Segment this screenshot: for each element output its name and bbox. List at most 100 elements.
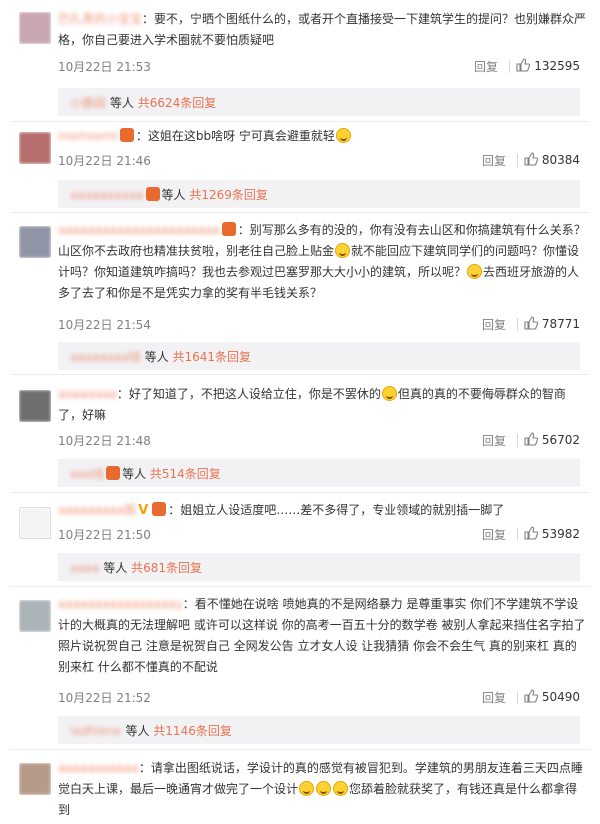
smirk-emoji-icon xyxy=(335,243,351,258)
comment-body: aaaaaaaaaaaaaaaay：看不懂她在说啥 喷她真的不是网络暴力 是尊重… xyxy=(58,594,588,678)
comment-divider xyxy=(10,492,590,493)
reply-count-link[interactable]: 共6624条回复 xyxy=(138,96,217,110)
comment-body: aaaaaaaaaaa：请拿出图纸说话，学设计的真的感觉有被冒犯到。学建筑的男朋… xyxy=(58,758,588,821)
member-badge-icon xyxy=(221,222,236,236)
commenter-name[interactable]: aaaaaaaaaaa xyxy=(58,761,139,775)
reply-user-name[interactable]: 小鹿超 xyxy=(70,96,106,110)
member-badge-icon xyxy=(145,187,160,201)
member-badge-icon xyxy=(152,502,167,516)
verified-v-icon: V xyxy=(138,503,149,518)
avatar[interactable] xyxy=(19,507,51,539)
avatar[interactable] xyxy=(19,226,51,258)
reply-people-label: 等人 xyxy=(103,561,128,575)
commenter-name[interactable]: aaaaaaaaaaaaaaaay xyxy=(58,597,183,611)
comment-meta: 10月22日 21:48 回复 56702 xyxy=(58,432,580,450)
reply-button[interactable]: 回复 xyxy=(482,316,506,333)
reply-user-name[interactable]: aaaa xyxy=(70,561,99,575)
reply-user-name[interactable]: aaaaaaaa钱 xyxy=(70,350,141,364)
commenter-name[interactable]: momoxml xyxy=(58,129,118,143)
divider xyxy=(509,60,510,73)
comment-meta: 10月22日 21:50 回复 53982 xyxy=(58,526,580,544)
like-button[interactable]: 50490 xyxy=(524,689,580,704)
divider xyxy=(517,318,518,331)
comment-meta: 10月22日 21:54 回复 78771 xyxy=(58,316,580,334)
comment-body: aaaaaaaaaaaaaaaaaaaaaa ：别写那么多有的没的，你有没有去山区… xyxy=(58,220,588,304)
divider xyxy=(517,528,518,541)
comment-text: ：这姐在这bb啥呀 宁可真会避重就轻 xyxy=(135,129,335,143)
like-button[interactable]: 78771 xyxy=(524,316,580,331)
divider xyxy=(517,154,518,167)
smirk-emoji-icon xyxy=(467,264,483,279)
comment-divider xyxy=(10,121,590,122)
comment-meta: 10月22日 21:46 回复 80384 xyxy=(58,152,580,170)
reply-summary[interactable]: 小鹿超 等人 共6624条回复 xyxy=(58,88,580,116)
reply-button[interactable]: 回复 xyxy=(474,58,498,75)
comment-time: 10月22日 21:53 xyxy=(58,60,151,74)
grin-emoji-icon xyxy=(316,781,332,796)
member-badge-icon xyxy=(119,128,134,142)
comment-time: 10月22日 21:50 xyxy=(58,528,151,542)
reply-people-label: 等人 xyxy=(122,467,147,481)
avatar[interactable] xyxy=(19,763,51,795)
thumbs-up-icon xyxy=(524,689,538,703)
comment-divider xyxy=(10,374,590,375)
avatar-image xyxy=(19,390,51,422)
avatar[interactable] xyxy=(19,132,51,164)
thumbs-up-icon xyxy=(524,526,538,540)
like-count: 80384 xyxy=(541,153,580,167)
reply-count-link[interactable]: 共681条回复 xyxy=(131,561,202,575)
avatar-image xyxy=(19,600,51,632)
avatar[interactable] xyxy=(19,390,51,422)
avatar-image xyxy=(19,226,51,258)
comment-body: aaaaaaaa：好了知道了，不把这人设给立住，你是不罢休的 但真的真的不要侮辱群… xyxy=(58,384,588,426)
reply-people-label: 等人 xyxy=(161,188,186,202)
comment-meta: 10月22日 21:53 回复 132595 xyxy=(58,58,580,76)
like-count: 50490 xyxy=(541,690,580,704)
avatar-image xyxy=(19,763,51,795)
reply-user-name[interactable]: ladhlene xyxy=(70,724,122,738)
like-count: 56702 xyxy=(541,433,580,447)
comment-body: 巴扎黑的小宝宝：要不，宁晒个图纸什么的，或者开个直播接受一下建筑学生的提问？也别… xyxy=(58,9,588,51)
divider xyxy=(517,434,518,447)
comment-meta: 10月22日 21:52 回复 50490 xyxy=(58,689,580,707)
reply-summary[interactable]: aaaa 等人 共681条回复 xyxy=(58,553,580,581)
thumbs-up-icon xyxy=(524,432,538,446)
commenter-name[interactable]: 巴扎黑的小宝宝 xyxy=(58,12,142,26)
like-button[interactable]: 80384 xyxy=(524,152,580,167)
reply-count-link[interactable]: 共1641条回复 xyxy=(173,350,252,364)
reply-user-name[interactable]: aaaaaaaaaa xyxy=(70,188,144,202)
grin-emoji-icon xyxy=(333,781,349,796)
reply-button[interactable]: 回复 xyxy=(482,432,506,449)
like-button[interactable]: 53982 xyxy=(524,526,580,541)
member-badge-icon xyxy=(106,466,121,480)
like-button[interactable]: 132595 xyxy=(516,58,580,73)
reply-count-link[interactable]: 共1146条回复 xyxy=(153,724,232,738)
comment-body: momoxml ：这姐在这bb啥呀 宁可真会避重就轻 xyxy=(58,126,588,147)
like-count: 78771 xyxy=(541,317,580,331)
avatar-image xyxy=(19,132,51,164)
comment-time: 10月22日 21:52 xyxy=(58,691,151,705)
reply-button[interactable]: 回复 xyxy=(482,526,506,543)
laugh-cry-emoji-icon xyxy=(381,386,397,401)
commenter-name[interactable]: aaaaaaaaa图 xyxy=(58,503,136,517)
reply-people-label: 等人 xyxy=(144,350,169,364)
reply-summary[interactable]: ladhlene 等人 共1146条回复 xyxy=(58,716,580,744)
commenter-name[interactable]: aaaaaaaa xyxy=(58,387,117,401)
comment-body: aaaaaaaaa图 V ：姐姐立人设适度吧……差不多得了，专业领域的就别插一脚了 xyxy=(58,500,588,521)
comment-time: 10月22日 21:54 xyxy=(58,318,151,332)
reply-button[interactable]: 回复 xyxy=(482,152,506,169)
reply-button[interactable]: 回复 xyxy=(482,689,506,706)
reply-count-link[interactable]: 共1269条回复 xyxy=(189,188,268,202)
avatar[interactable] xyxy=(19,12,51,44)
reply-count-link[interactable]: 共514条回复 xyxy=(150,467,221,481)
reply-user-name[interactable]: aaa线 xyxy=(70,467,104,481)
like-button[interactable]: 56702 xyxy=(524,432,580,447)
comment-divider xyxy=(10,212,590,213)
reply-summary[interactable]: aaaaaaaaaa 等人 共1269条回复 xyxy=(58,180,580,208)
reply-summary[interactable]: aaa线 等人 共514条回复 xyxy=(58,459,580,487)
commenter-name[interactable]: aaaaaaaaaaaaaaaaaaaaaa xyxy=(58,223,220,237)
reply-people-label: 等人 xyxy=(125,724,150,738)
avatar[interactable] xyxy=(19,600,51,632)
grin-emoji-icon xyxy=(335,128,351,143)
reply-summary[interactable]: aaaaaaaa钱 等人 共1641条回复 xyxy=(58,342,580,370)
